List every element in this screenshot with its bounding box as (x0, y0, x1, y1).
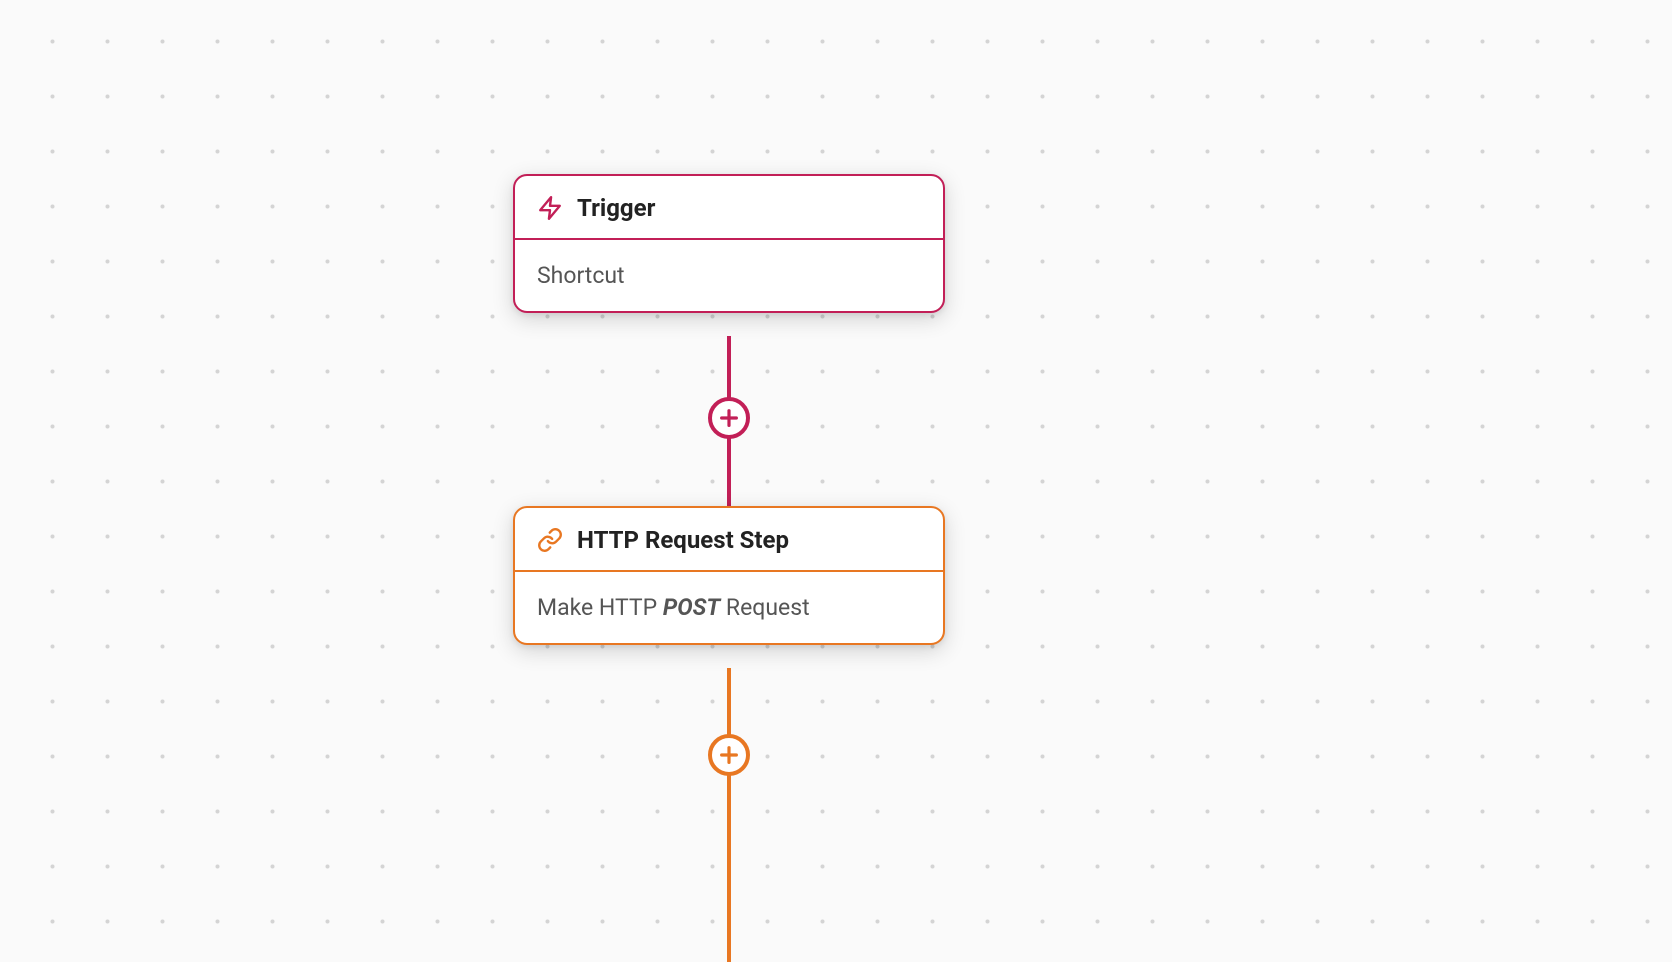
node-body-emph: POST (663, 594, 720, 621)
node-body: Make HTTP POST Request (515, 572, 943, 643)
node-title: HTTP Request Step (577, 526, 789, 554)
http-request-node[interactable]: HTTP Request Step Make HTTP POST Request (513, 506, 945, 645)
node-header: HTTP Request Step (515, 508, 943, 572)
link-icon (537, 527, 563, 553)
node-body-pre: Make HTTP (537, 594, 663, 621)
workflow-canvas[interactable]: Trigger Shortcut HTTP Request Step Make … (0, 0, 1672, 962)
add-step-button[interactable] (708, 734, 750, 776)
node-body: Shortcut (515, 240, 943, 311)
node-title: Trigger (577, 194, 655, 222)
node-header: Trigger (515, 176, 943, 240)
node-body-text: Shortcut (537, 262, 625, 289)
add-step-button[interactable] (708, 397, 750, 439)
node-body-post: Request (720, 594, 809, 621)
connector-line (727, 668, 731, 962)
trigger-node[interactable]: Trigger Shortcut (513, 174, 945, 313)
lightning-icon (537, 195, 563, 221)
